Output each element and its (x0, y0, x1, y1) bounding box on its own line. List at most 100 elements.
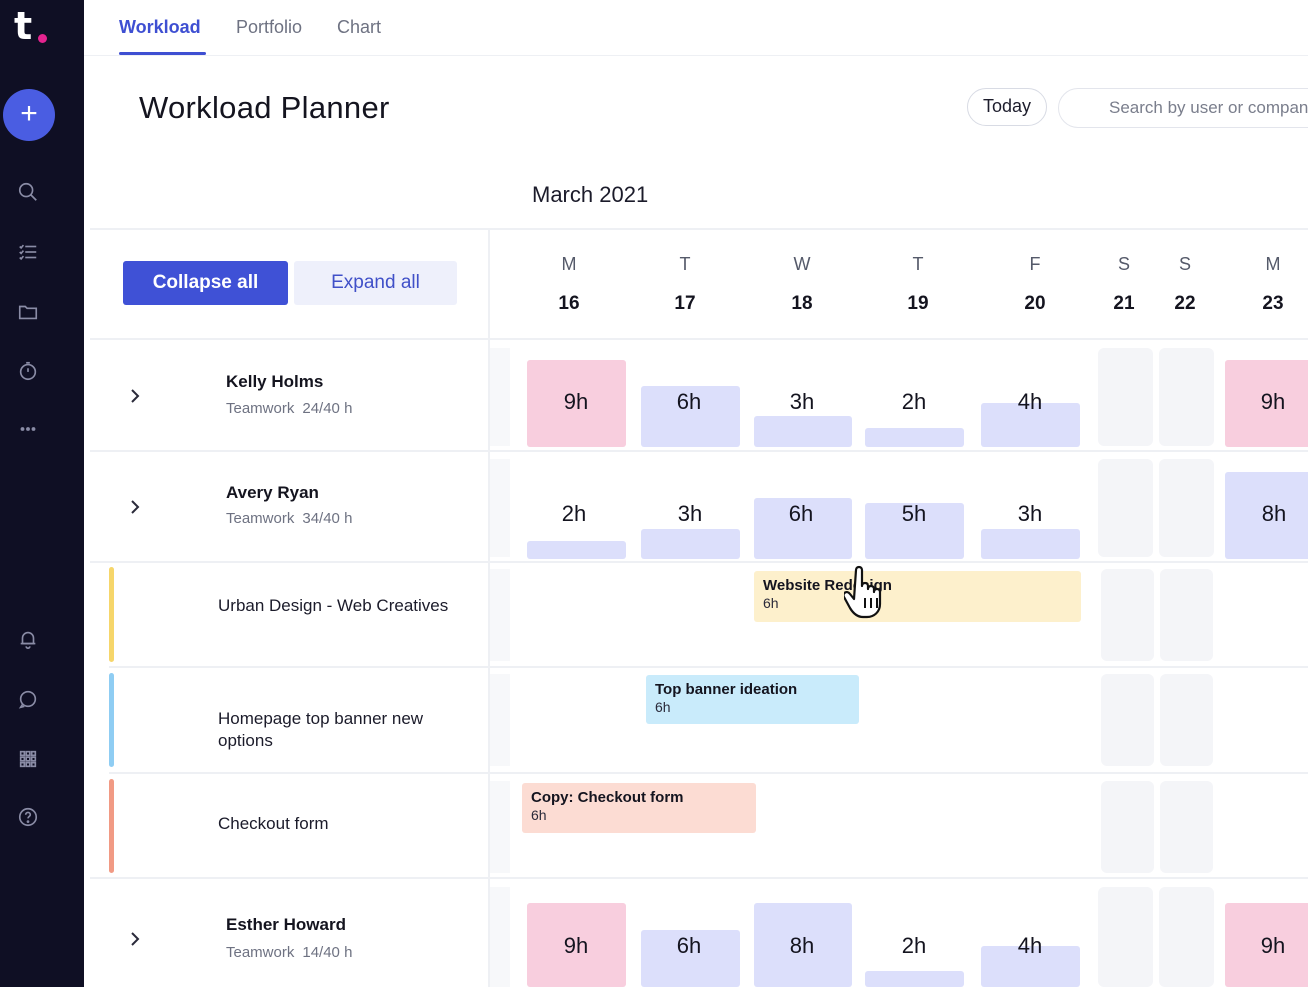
task-block[interactable]: Copy: Checkout form 6h (522, 783, 756, 833)
weekend-cell (1159, 348, 1214, 446)
person-name: Kelly Holms (226, 372, 324, 391)
weekend-cell (1098, 348, 1153, 446)
timer-icon[interactable] (14, 357, 42, 385)
task-block-hours: 6h (655, 699, 671, 715)
workload-hours: 2h (901, 933, 927, 958)
workload-hours: 8h (789, 933, 815, 958)
workload-bar[interactable] (865, 428, 964, 447)
month-label: March 2021 (532, 182, 649, 207)
logo-letter: t (14, 4, 33, 48)
bell-icon[interactable] (14, 625, 42, 653)
task-name: Checkout form (218, 814, 329, 833)
apps-icon[interactable] (14, 745, 42, 773)
day-letter: W (793, 254, 811, 274)
workload-hours: 9h (563, 933, 589, 958)
page-title: Workload Planner (139, 90, 390, 125)
workload-hours: 6h (788, 501, 814, 526)
chevron-right-icon[interactable] (126, 498, 144, 516)
workload-hours: 3h (789, 389, 815, 414)
divider (90, 450, 1308, 452)
sidebar: t + (0, 0, 84, 987)
task-block-title: Copy: Checkout form (531, 789, 684, 806)
chat-icon[interactable] (14, 685, 42, 713)
chevron-right-icon[interactable] (126, 930, 144, 948)
search-input[interactable]: Search by user or company (1058, 88, 1308, 128)
person-capacity: Teamwork 24/40 h (226, 400, 353, 417)
weekend-cell (1098, 887, 1153, 987)
day-letter: S (1178, 254, 1191, 274)
workload-bar[interactable] (981, 529, 1080, 559)
workload-hours: 3h (677, 501, 703, 526)
workload-bar[interactable] (641, 529, 740, 559)
workload-bar[interactable] (754, 416, 852, 447)
workload-hours: 9h (1260, 389, 1286, 414)
task-block-hours: 6h (763, 595, 779, 611)
day-number: 18 (791, 293, 813, 314)
workload-hours: 9h (1260, 933, 1286, 958)
task-block-hours: 6h (531, 807, 547, 823)
person-capacity: Teamwork 34/40 h (226, 510, 353, 527)
task-block[interactable]: Top banner ideation 6h (646, 675, 859, 724)
tab-chart[interactable]: Chart (337, 17, 381, 38)
person-name: Avery Ryan (226, 483, 319, 502)
weekend-cell (1160, 674, 1213, 766)
tab-workload[interactable]: Workload (119, 17, 201, 38)
today-button[interactable]: Today (967, 88, 1047, 126)
day-number: 16 (558, 293, 580, 314)
chevron-right-icon[interactable] (126, 387, 144, 405)
expand-all-button[interactable]: Expand all (294, 261, 457, 305)
day-letter: T (679, 254, 691, 274)
weekend-cell (1159, 887, 1214, 987)
task-name: Homepage top banner new options (218, 709, 424, 750)
workload-hours: 6h (676, 933, 702, 958)
day-number: 17 (674, 293, 696, 314)
app-logo[interactable]: t (14, 7, 54, 48)
day-number: 23 (1262, 293, 1284, 314)
divider (109, 666, 1308, 668)
help-icon[interactable] (14, 803, 42, 831)
day-header: T 19 (888, 254, 948, 315)
grid-cell (490, 781, 510, 873)
day-number: 19 (907, 293, 929, 314)
workload-hours: 5h (901, 501, 927, 526)
task-block[interactable]: Website Redesign 6h (754, 571, 1081, 622)
weekend-cell (1101, 781, 1154, 873)
active-tab-indicator (119, 52, 206, 55)
day-letter: F (1029, 254, 1041, 274)
logo-dot (38, 34, 47, 43)
add-button[interactable]: + (3, 89, 55, 141)
task-color-bar (109, 673, 114, 767)
workload-bar[interactable] (527, 541, 626, 559)
task-color-bar (109, 779, 114, 873)
divider (90, 338, 1308, 340)
divider (90, 228, 1308, 230)
weekend-cell (1101, 674, 1154, 766)
person-name: Esther Howard (226, 915, 346, 934)
more-icon[interactable] (14, 415, 42, 443)
weekend-cell (1160, 781, 1213, 873)
divider (90, 877, 1308, 879)
workload-hours: 3h (1017, 501, 1043, 526)
workload-hours: 8h (1261, 501, 1287, 526)
collapse-all-button[interactable]: Collapse all (123, 261, 288, 305)
workload-hours: 9h (563, 389, 589, 414)
weekend-cell (1159, 459, 1214, 557)
day-header: W 18 (772, 254, 832, 315)
day-letter: M (561, 254, 577, 274)
day-header: S 21 (1094, 254, 1154, 315)
day-number: 22 (1174, 293, 1196, 314)
day-header: F 20 (1005, 254, 1065, 315)
workload-bar[interactable] (865, 971, 964, 987)
search-icon[interactable] (14, 178, 42, 206)
day-header: M 16 (539, 254, 599, 315)
tab-portfolio[interactable]: Portfolio (236, 17, 302, 38)
day-header: T 17 (655, 254, 715, 315)
hand-cursor-icon (844, 565, 882, 619)
grid-cell (490, 887, 510, 987)
day-number: 21 (1113, 293, 1135, 314)
tasks-icon[interactable] (14, 238, 42, 266)
weekend-cell (1098, 459, 1153, 557)
folder-icon[interactable] (14, 298, 42, 326)
task-block-title: Top banner ideation (655, 681, 798, 698)
top-tabs: Workload Portfolio Chart (84, 0, 1308, 56)
